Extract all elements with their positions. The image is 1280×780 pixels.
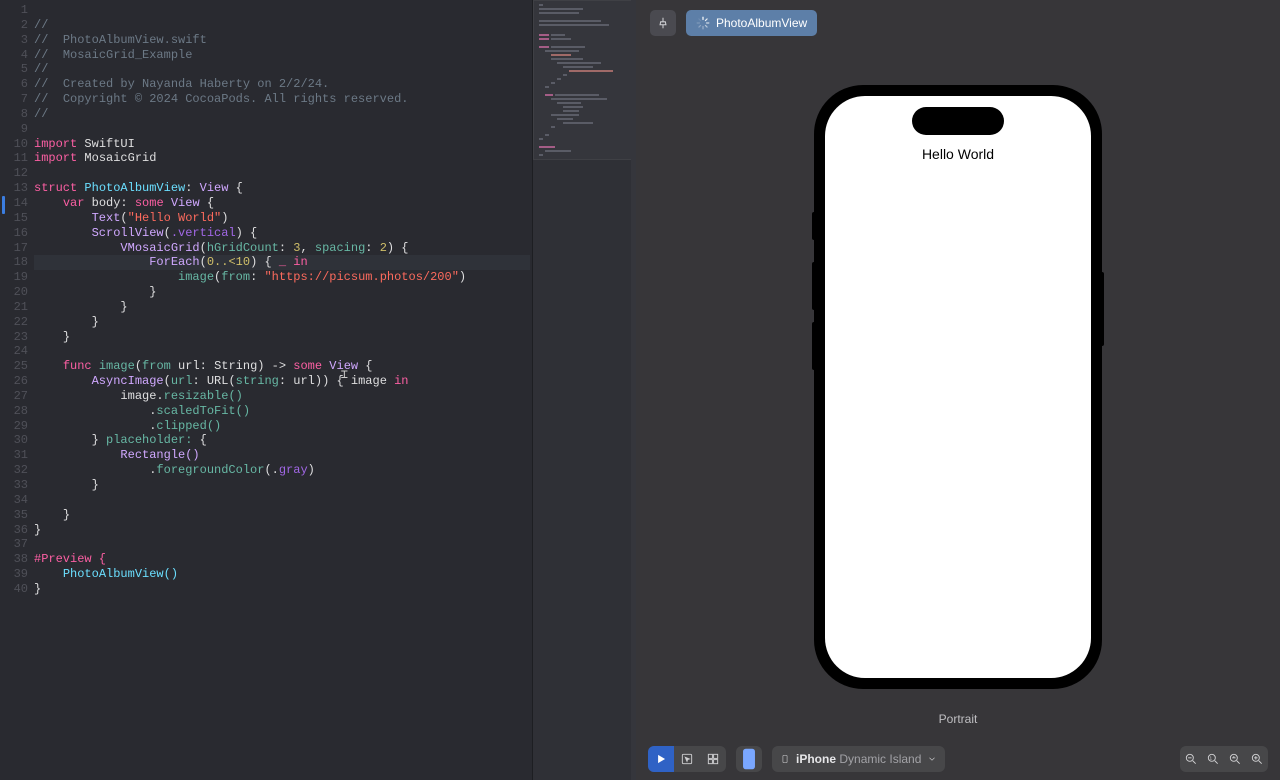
zoom-fit-button[interactable]: 1 [1202,746,1224,772]
import-mosaicgrid: MosaicGrid [84,151,156,165]
preview-toolbar: iPhone Dynamic Island 1 [636,746,1280,772]
mute-switch [812,212,815,240]
protocol-name: View [200,181,229,195]
volume-down [812,322,815,370]
preview-canvas[interactable]: PhotoAlbumView Hello World Portrait [636,0,1280,780]
device-preview[interactable]: Hello World [815,86,1101,688]
placeholder-label: placeholder: [106,433,192,447]
phone-frame: Hello World [815,86,1101,688]
file-project: MosaicGrid_Example [63,48,193,62]
mod-clipped: clipped() [156,419,221,433]
zoom-100-icon [1228,752,1242,766]
selectable-preview-button[interactable] [674,746,700,772]
preview-call: PhotoAlbumView() [63,567,178,581]
change-marker [2,196,5,214]
preview-macro: #Preview { [34,552,106,566]
zoom-in-icon [1250,752,1264,766]
svg-text:1: 1 [1210,756,1213,761]
image-url: "https://picsum.photos/200" [264,270,458,284]
scroll-axis: .vertical [171,226,236,240]
mod-resizable: resizable() [164,389,243,403]
preview-on-device-button[interactable] [736,746,762,772]
zoom-out-icon [1184,752,1198,766]
device-selector[interactable]: iPhone Dynamic Island [772,746,945,772]
chevron-down-icon [927,752,937,766]
cursor-rect-icon [680,752,694,766]
zoom-actual-button[interactable] [1224,746,1246,772]
phone-screen: Hello World [825,96,1091,678]
foreach-range: 0..<10 [207,255,250,269]
pin-button[interactable] [650,10,676,36]
zoom-out-button[interactable] [1180,746,1202,772]
code-editor[interactable]: 1234567891011121314151617181920212223242… [0,0,636,780]
orientation-label: Portrait [939,712,978,726]
zoom-fit-icon: 1 [1206,752,1220,766]
dynamic-island [912,107,1004,135]
preview-mode-group [648,746,726,772]
grid-spacing: 2 [380,241,387,255]
file-name: PhotoAlbumView.swift [63,33,207,47]
mod-scaledtofit: scaledToFit() [156,404,250,418]
variants-preview-button[interactable] [700,746,726,772]
play-icon [654,752,668,766]
struct-name: PhotoAlbumView [84,181,185,195]
zoom-group: 1 [1180,746,1268,772]
pin-icon [656,16,670,30]
text-literal: "Hello World" [128,211,222,225]
device-name-rest: Dynamic Island [839,752,921,766]
live-preview-button[interactable] [648,746,674,772]
func-name: image [99,359,135,373]
phone-icon [780,752,790,766]
device-send-icon [736,746,762,772]
file-copyright: Copyright © 2024 CocoaPods. All rights r… [63,92,409,106]
zoom-in-button[interactable] [1246,746,1268,772]
rectangle-call: Rectangle() [120,448,199,462]
import-swiftui: SwiftUI [84,137,134,151]
volume-up [812,262,815,310]
loading-spinner-icon [696,16,710,30]
device-name-strong: iPhone [796,752,836,766]
file-author: Created by Nayanda Haberty on 2/2/24. [63,77,329,91]
power-button [1101,272,1104,346]
hello-world-label: Hello World [825,146,1091,162]
preview-chip-label: PhotoAlbumView [716,16,807,30]
grid-icon [706,752,720,766]
line-gutter: 1234567891011121314151617181920212223242… [0,0,34,780]
preview-chip[interactable]: PhotoAlbumView [686,10,817,36]
minimap[interactable] [532,0,636,780]
